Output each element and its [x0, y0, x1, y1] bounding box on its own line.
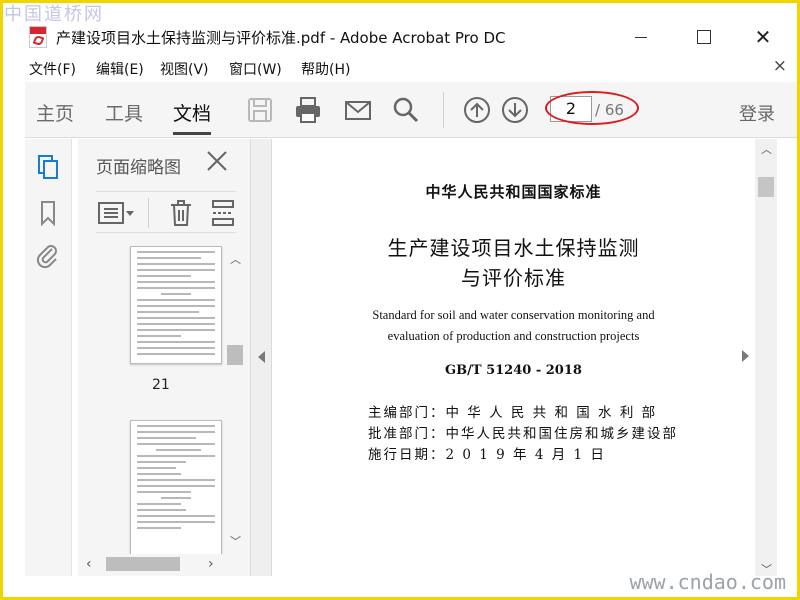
- thumbnail-page-22[interactable]: [130, 420, 222, 554]
- login-link[interactable]: 登录: [739, 100, 775, 126]
- toolbar-separator: [443, 92, 444, 128]
- title-bar: 产建设项目水土保持监测与评价标准.pdf - Adobe Acrobat Pro…: [3, 22, 797, 52]
- menu-bar: 文件(F) 编辑(E) 视图(V) 窗口(W) 帮助(H) ×: [3, 56, 797, 80]
- scroll-down-arrow[interactable]: ﹀: [230, 533, 241, 549]
- thumbnail-horizontal-scrollbar[interactable]: ‹ ›: [78, 553, 228, 575]
- main-toolbar: 主页 工具 文档 2 / 66 登录: [25, 82, 797, 138]
- watermark-bottom-right: www.cndao.com: [629, 570, 786, 594]
- tool-separator: [148, 198, 149, 228]
- english-title-line1: Standard for soil and water conservation…: [372, 308, 655, 322]
- tab-document[interactable]: 文档: [173, 99, 212, 135]
- mail-icon[interactable]: [343, 95, 373, 125]
- document-title-line2: 与评价标准: [461, 266, 566, 290]
- options-menu-icon[interactable]: [98, 201, 136, 225]
- thumbnail-vertical-scrollbar[interactable]: ︿ ﹀: [225, 249, 245, 549]
- scroll-up-arrow[interactable]: ︿: [230, 251, 241, 267]
- bookmark-icon[interactable]: [34, 199, 62, 227]
- info-effective-date: 施行日期：2 0 1 9 年 4 月 1 日: [368, 447, 606, 463]
- panel-splitter[interactable]: [250, 139, 272, 576]
- info-approver: 批准部门：中华人民共和国住房和城乡建设部: [368, 426, 678, 442]
- expand-right-panel-arrow[interactable]: [742, 350, 749, 362]
- left-icon-rail: [25, 139, 72, 576]
- close-panel-icon[interactable]: [204, 148, 230, 174]
- menu-window[interactable]: 窗口(W): [229, 59, 282, 79]
- window-title: 产建设项目水土保持监测与评价标准.pdf - Adobe Acrobat Pro…: [56, 29, 506, 47]
- tab-home[interactable]: 主页: [36, 99, 74, 126]
- info-editor: 主编部门：中 华 人 民 共 和 国 水 利 部: [368, 405, 658, 421]
- close-window-button[interactable]: ✕: [743, 24, 783, 50]
- delete-icon[interactable]: [168, 198, 194, 228]
- english-title: Standard for soil and water conservation…: [273, 305, 754, 347]
- thumbnails-title: 页面缩略图: [96, 158, 181, 178]
- thumbnail-toolbar: [96, 191, 236, 233]
- thumbnail-label: 21: [152, 377, 170, 393]
- previous-page-icon[interactable]: [462, 95, 492, 125]
- document-title-line1: 生产建设项目水土保持监测: [387, 236, 640, 260]
- acrobat-pdf-icon: [29, 26, 47, 48]
- thumbnails-panel: 页面缩略图 21 ︿ ﹀ ‹ ›: [78, 139, 250, 576]
- document-title: 生产建设项目水土保持监测 与评价标准: [273, 233, 754, 293]
- collapse-panel-arrow[interactable]: [258, 351, 265, 363]
- thumbnail-list: 21: [96, 244, 246, 554]
- highlight-ellipse: [545, 91, 639, 125]
- extract-pages-icon[interactable]: [210, 198, 236, 228]
- scroll-up-arrow[interactable]: ︿: [761, 141, 772, 157]
- tab-tools[interactable]: 工具: [105, 99, 143, 126]
- menu-help[interactable]: 帮助(H): [301, 59, 350, 79]
- scroll-left-arrow[interactable]: ‹: [86, 556, 92, 572]
- menu-edit[interactable]: 编辑(E): [96, 59, 144, 79]
- page-thumbnails-icon[interactable]: [34, 153, 62, 181]
- attachment-icon[interactable]: [34, 243, 62, 271]
- maximize-button[interactable]: [683, 24, 723, 50]
- menu-file[interactable]: 文件(F): [29, 59, 76, 79]
- scrollbar-thumb[interactable]: [758, 177, 774, 197]
- next-page-icon[interactable]: [500, 95, 530, 125]
- close-document-button[interactable]: ×: [773, 56, 787, 76]
- scrollbar-thumb[interactable]: [227, 345, 243, 365]
- print-icon[interactable]: [293, 95, 323, 125]
- menu-view[interactable]: 视图(V): [160, 59, 209, 79]
- document-vertical-scrollbar[interactable]: ︿ ﹀: [755, 139, 777, 576]
- thumbnail-page-21[interactable]: [130, 246, 222, 364]
- scrollbar-thumb[interactable]: [106, 557, 180, 571]
- search-icon[interactable]: [391, 95, 421, 125]
- scroll-right-arrow[interactable]: ›: [208, 556, 214, 572]
- standard-code: GB/T 51240 - 2018: [445, 363, 582, 378]
- document-view[interactable]: 中华人民共和国国家标准 生产建设项目水土保持监测 与评价标准 Standard …: [273, 139, 754, 576]
- standard-label: 中华人民共和国国家标准: [425, 183, 602, 201]
- english-title-line2: evaluation of production and constructio…: [387, 329, 640, 343]
- save-icon[interactable]: [245, 95, 275, 125]
- minimize-button[interactable]: [621, 24, 661, 50]
